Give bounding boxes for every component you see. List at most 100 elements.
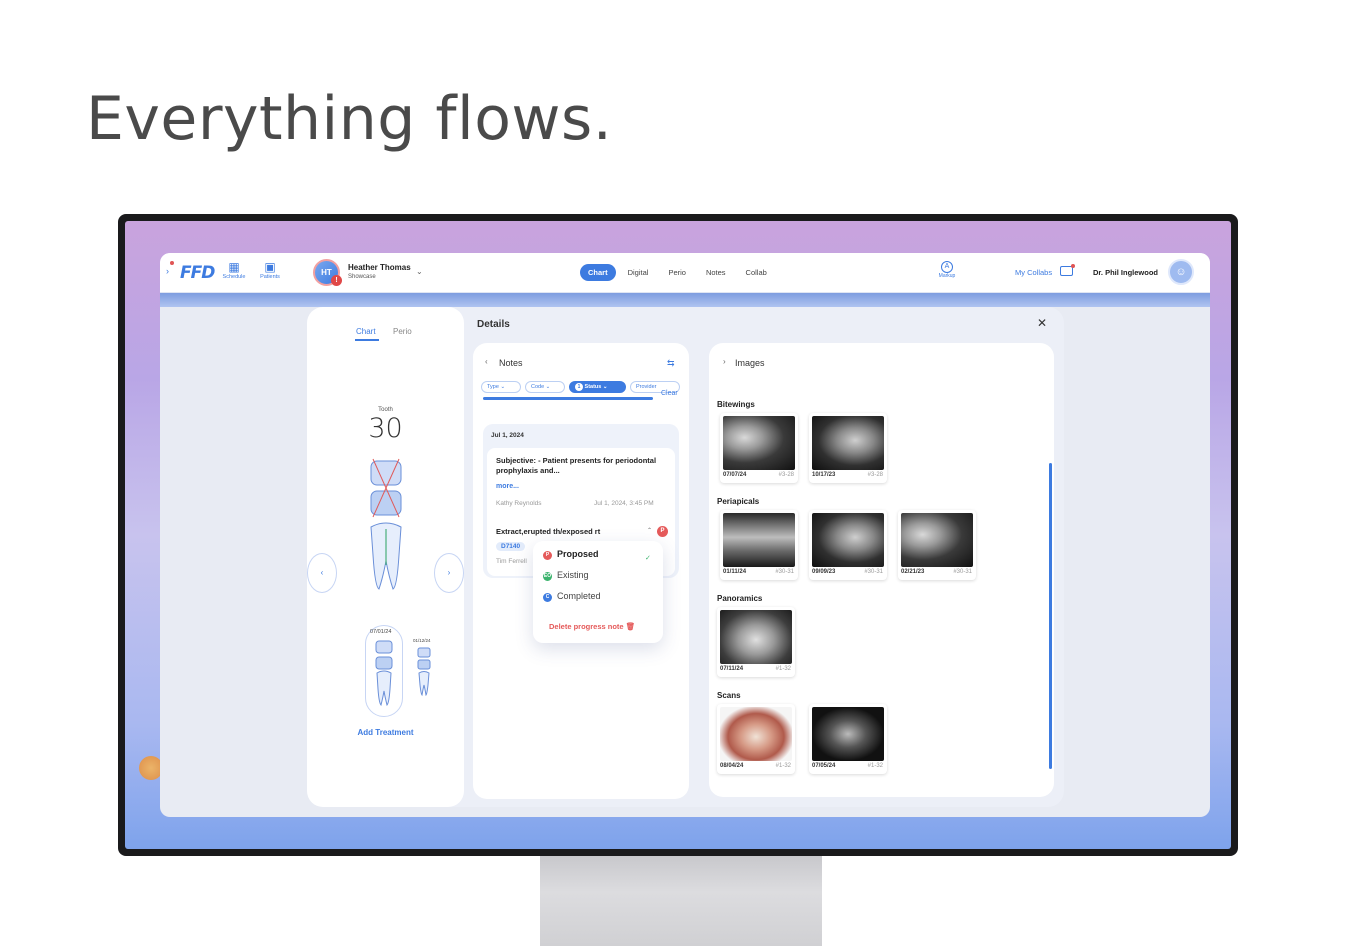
history-tooth-icon[interactable] <box>417 647 431 697</box>
status-option-completed[interactable]: C Completed <box>543 591 601 602</box>
main-tabs: Chart Digital Perio Notes Collab <box>580 264 775 281</box>
treatment-title: Extract,erupted th/exposed rt <box>496 527 601 536</box>
image-teeth: #30-31 <box>775 569 794 575</box>
my-collabs-link[interactable]: My Collabs <box>1015 268 1052 277</box>
chevron-down-icon[interactable]: ⌄ <box>416 267 423 276</box>
chevron-right-icon[interactable]: › <box>723 357 726 366</box>
nav-patients[interactable]: ▣ Patients <box>255 260 285 280</box>
section-bitewings: Bitewings <box>717 400 755 409</box>
image-thumbnail[interactable]: 09/09/23 #30-31 <box>809 510 887 580</box>
tooth-chart-panel: Chart Perio Tooth 30 ‹ › 07/01/24 01/12/… <box>307 307 464 807</box>
prev-tooth-button[interactable]: ‹ <box>307 553 337 593</box>
filter-scroll-indicator <box>483 397 653 400</box>
treatment-status-badge[interactable]: P <box>657 526 668 537</box>
image-thumbnail[interactable]: 02/21/23 #30-31 <box>898 510 976 580</box>
status-option-existing[interactable]: EO Existing <box>543 570 589 581</box>
filter-provider-label: Provider <box>636 384 657 390</box>
treatment-author: Tim Ferrell <box>496 558 527 565</box>
section-panoramics: Panoramics <box>717 594 763 603</box>
delete-progress-note-button[interactable]: Delete progress note 🗑 <box>549 622 635 631</box>
filter-status-label: Status <box>584 384 602 390</box>
sidebar-expand-icon[interactable]: › <box>166 266 169 276</box>
image-teeth: #30-31 <box>953 569 972 575</box>
app-logo[interactable]: FFD <box>180 263 215 283</box>
image-teeth: #1-32 <box>867 763 883 769</box>
xray-image <box>901 513 973 567</box>
section-periapicals: Periapicals <box>717 497 760 506</box>
scan-image <box>812 707 884 761</box>
xray-image <box>723 513 795 567</box>
details-modal: Details ✕ Chart Perio Tooth 30 ‹ › 07/01… <box>307 307 1064 807</box>
close-icon[interactable]: ✕ <box>1037 316 1047 330</box>
image-date: 07/05/24 <box>812 763 836 769</box>
calendar-icon: ▦ <box>228 260 240 274</box>
history-date: 07/01/24 <box>370 629 392 635</box>
markup-button[interactable]: A Markup <box>934 261 960 279</box>
status-badge: C <box>543 593 552 602</box>
status-option-label: Existing <box>557 570 589 580</box>
image-thumbnail[interactable]: 08/04/24 #1-32 <box>717 704 795 774</box>
note-timestamp: Jul 1, 2024, 3:45 PM <box>594 500 654 507</box>
logo-dot <box>170 261 174 265</box>
note-date: Jul 1, 2024 <box>491 432 524 439</box>
filter-code[interactable]: Code ⌄ <box>525 381 565 393</box>
patient-name[interactable]: Heather Thomas <box>348 263 411 272</box>
doctor-name[interactable]: Dr. Phil Inglewood <box>1093 268 1158 277</box>
chevron-up-icon[interactable]: ⌃ <box>647 527 652 534</box>
details-title: Details <box>477 319 510 330</box>
next-tooth-button[interactable]: › <box>434 553 464 593</box>
app-window: › FFD ▦ Schedule ▣ Patients HT ! Heather… <box>160 253 1210 817</box>
image-date: 02/21/23 <box>901 569 925 575</box>
scrollbar[interactable] <box>1049 463 1052 769</box>
section-scans: Scans <box>717 691 741 700</box>
user-avatar-icon[interactable]: ☺ <box>1168 259 1194 285</box>
patient-icon: ▣ <box>264 260 276 274</box>
filter-code-label: Code <box>531 384 545 390</box>
nav-schedule[interactable]: ▦ Schedule <box>219 260 249 280</box>
image-thumbnail[interactable]: 07/11/24 #1-32 <box>717 607 795 677</box>
image-teeth: #3-28 <box>867 472 883 478</box>
image-teeth: #3-28 <box>778 472 794 478</box>
add-treatment-button[interactable]: Add Treatment <box>307 728 464 737</box>
filter-settings-icon[interactable]: ⇆ <box>667 358 675 369</box>
notes-panel: ‹ Notes ⇆ Type ⌄ Code ⌄ 1 Status ⌄ Provi… <box>473 343 689 799</box>
image-thumbnail[interactable]: 01/11/24 #30-31 <box>720 510 798 580</box>
status-badge: P <box>543 551 552 560</box>
nav-patients-label: Patients <box>260 274 280 280</box>
chevron-left-icon[interactable]: ‹ <box>485 357 488 366</box>
hero-title: Everything flows. <box>86 84 613 154</box>
tab-digital[interactable]: Digital <box>620 264 657 281</box>
tab-tooth-perio[interactable]: Perio <box>393 327 412 336</box>
clear-filters-button[interactable]: Clear <box>661 390 678 397</box>
xray-image <box>812 513 884 567</box>
xray-image <box>723 416 795 470</box>
image-date: 07/07/24 <box>723 472 747 478</box>
image-thumbnail[interactable]: 07/07/24 #3-28 <box>720 413 798 483</box>
filter-type[interactable]: Type ⌄ <box>481 381 521 393</box>
note-more-link[interactable]: more... <box>496 483 519 490</box>
markup-label: Markup <box>938 273 956 279</box>
image-teeth: #30-31 <box>864 569 883 575</box>
tab-perio[interactable]: Perio <box>660 264 694 281</box>
note-author: Kathy Reynolds <box>496 500 542 507</box>
check-icon: ✓ <box>645 555 651 562</box>
image-teeth: #1-32 <box>775 763 791 769</box>
history-date: 01/12/24 <box>413 638 431 643</box>
history-tooth-icon <box>375 640 393 706</box>
tab-tooth-chart[interactable]: Chart <box>356 327 376 336</box>
xray-image <box>812 416 884 470</box>
tab-chart[interactable]: Chart <box>580 264 616 281</box>
filter-type-label: Type <box>487 384 499 390</box>
scan-image <box>720 707 792 761</box>
status-option-label: Completed <box>557 591 601 601</box>
filter-status[interactable]: 1 Status ⌄ <box>569 381 626 393</box>
tab-notes[interactable]: Notes <box>698 264 734 281</box>
delete-label: Delete progress note <box>549 622 624 631</box>
status-count: 1 <box>575 383 583 391</box>
nav-schedule-label: Schedule <box>222 274 246 280</box>
status-option-proposed[interactable]: P Proposed <box>543 549 599 560</box>
status-dropdown: P Proposed ✓ EO Existing C Completed Delete… <box>533 541 663 643</box>
image-thumbnail[interactable]: 10/17/23 #3-28 <box>809 413 887 483</box>
tab-collab[interactable]: Collab <box>738 264 775 281</box>
image-thumbnail[interactable]: 07/05/24 #1-32 <box>809 704 887 774</box>
